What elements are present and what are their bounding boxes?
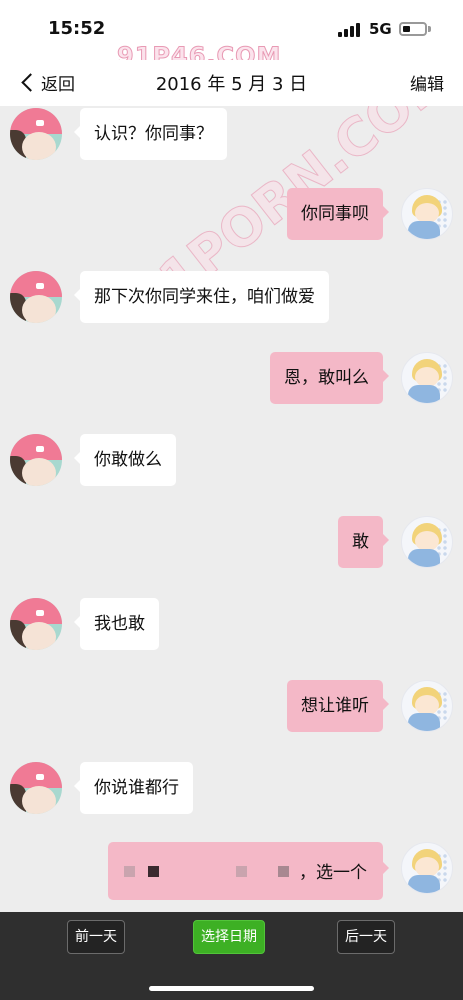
battery-tip [428, 26, 431, 32]
battery-icon [399, 22, 427, 36]
home-indicator[interactable] [149, 986, 314, 991]
redaction-block [236, 866, 247, 877]
message-bubble[interactable]: 认识？你同事？ [74, 108, 227, 160]
message-bubble[interactable]: 你说谁都行 [74, 762, 193, 814]
cellular-signal-icon [338, 23, 362, 37]
home-area [0, 962, 463, 1000]
status-time: 15:52 [48, 18, 106, 39]
nav-bar: 返回 2016 年 5 月 3 日 编辑 [0, 60, 463, 106]
avatar[interactable] [401, 188, 453, 240]
message-bubble[interactable]: 那下次你同学来住，咱们做爱 [74, 271, 329, 323]
avatar[interactable] [10, 108, 62, 160]
redaction-block [278, 866, 289, 877]
prev-day-button[interactable]: 前一天 [67, 920, 125, 954]
pick-date-button[interactable]: 选择日期 [193, 920, 265, 954]
network-label: 5G [369, 20, 392, 38]
redacted-message-bubble[interactable]: ，选一个 [108, 842, 389, 900]
message-bubble[interactable]: 敢 [338, 516, 389, 568]
edit-button[interactable]: 编辑 [410, 70, 444, 95]
next-day-button[interactable]: 后一天 [337, 920, 395, 954]
message-bubble[interactable]: 恩，敢叫么 [270, 352, 389, 404]
status-bar: 15:52 5G 91P46.COM [0, 0, 463, 71]
message-bubble[interactable]: 我也敢 [74, 598, 159, 650]
message-bubble[interactable]: 你同事呗 [287, 188, 389, 240]
avatar[interactable] [10, 434, 62, 486]
avatar[interactable] [10, 598, 62, 650]
avatar[interactable] [401, 352, 453, 404]
message-bubble[interactable]: 想让谁听 [287, 680, 389, 732]
page-title: 2016 年 5 月 3 日 [155, 74, 308, 95]
redaction-block [148, 866, 159, 877]
bottom-toolbar: 前一天 选择日期 后一天 [0, 912, 463, 962]
avatar[interactable] [10, 762, 62, 814]
message-text: ，选一个 [299, 863, 367, 883]
redaction-block [124, 866, 135, 877]
avatar[interactable] [401, 680, 453, 732]
avatar[interactable] [401, 516, 453, 568]
chat-area[interactable]: 91PORN.COM 认识？你同事？ 你同事呗 那下次你同学来住，咱们做爱 恩，… [0, 106, 463, 912]
avatar[interactable] [10, 271, 62, 323]
avatar[interactable] [401, 842, 453, 894]
message-bubble[interactable]: 你敢做么 [74, 434, 176, 486]
